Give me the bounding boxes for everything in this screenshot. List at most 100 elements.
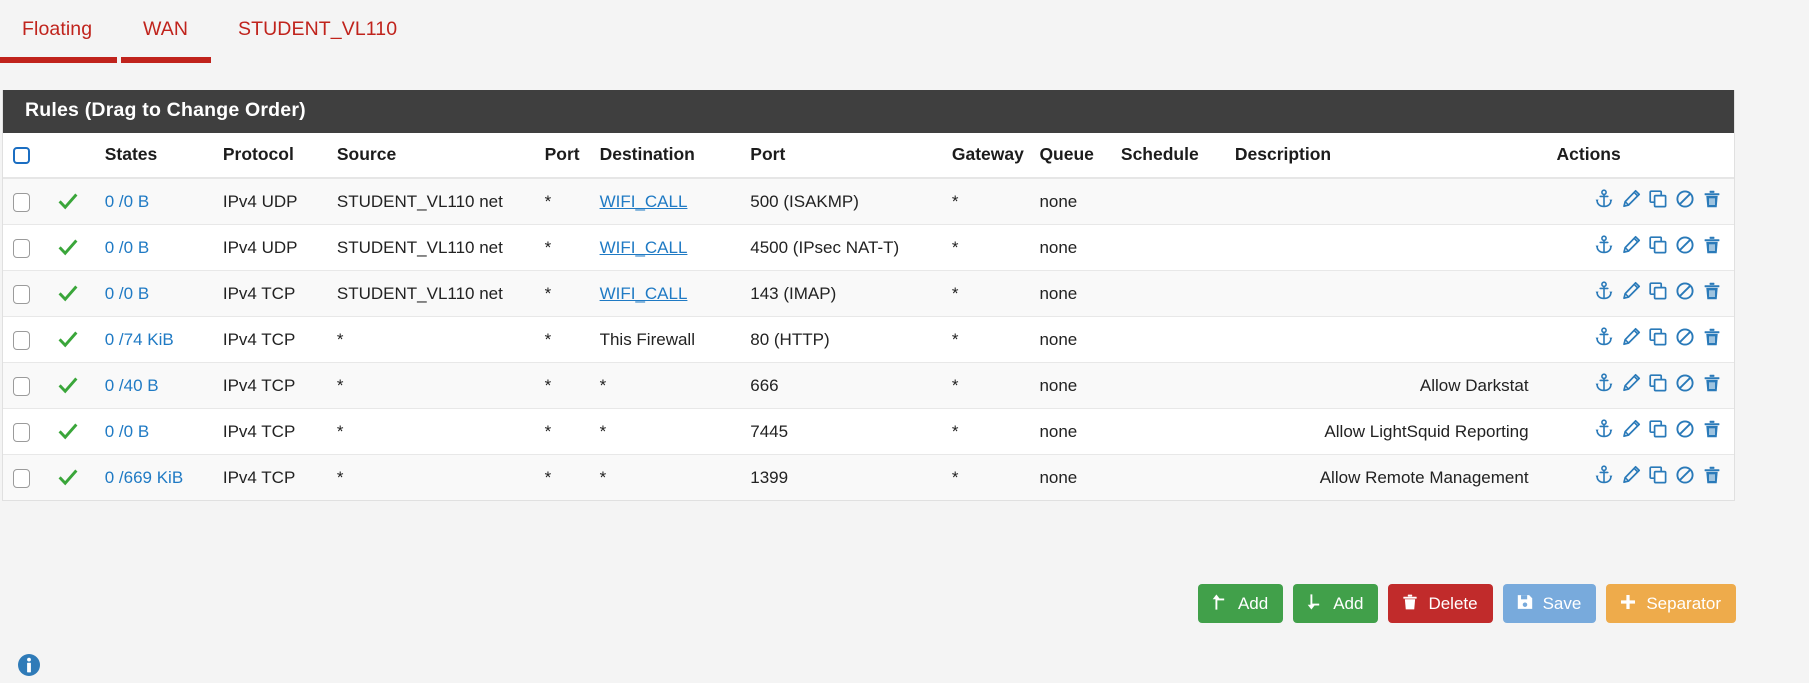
select-all-checkbox[interactable] [13, 146, 30, 164]
tab-wan[interactable]: WAN [143, 18, 188, 41]
states-link[interactable]: 0 /0 B [105, 284, 149, 303]
block-icon[interactable] [1675, 327, 1695, 347]
row-checkbox[interactable] [13, 376, 30, 396]
states-link[interactable]: 0 /40 B [105, 376, 159, 395]
button-label: Add [1237, 594, 1269, 613]
edit-pencil-icon[interactable] [1621, 281, 1641, 301]
edit-pencil-icon[interactable] [1621, 235, 1641, 255]
table-row[interactable]: 0 /0 B IPv4 UDP STUDENT_VL110 net * WIFI_CAL… [3, 177, 1734, 225]
table-row[interactable]: 0 /0 B IPv4 UDP STUDENT_VL110 net * WIFI_CAL… [3, 224, 1734, 271]
rule-status-pass-icon[interactable] [53, 362, 101, 409]
destination-cell: WIFI_CALL [595, 177, 747, 225]
row-checkbox[interactable] [13, 422, 30, 442]
states-link[interactable]: 0 /74 KiB [105, 330, 174, 349]
rule-status-pass-icon[interactable] [53, 177, 101, 225]
rule-status-pass-icon[interactable] [53, 270, 101, 317]
copy-icon[interactable] [1648, 419, 1668, 439]
delete-rules-button[interactable]: Delete [1388, 584, 1493, 623]
anchor-icon[interactable] [1594, 189, 1614, 209]
destination-port-cell: 1399 [746, 454, 948, 500]
tab-wan-underline [121, 57, 211, 63]
row-checkbox[interactable] [13, 330, 30, 350]
anchor-icon[interactable] [1594, 465, 1614, 485]
anchor-icon[interactable] [1594, 281, 1614, 301]
copy-icon[interactable] [1648, 327, 1668, 347]
protocol-cell: IPv4 UDP [218, 224, 333, 271]
destination-port-cell: 666 [746, 362, 948, 409]
gateway-cell: * [947, 408, 1036, 455]
edit-pencil-icon[interactable] [1621, 373, 1641, 393]
delete-trash-icon[interactable] [1702, 235, 1722, 255]
protocol-cell: IPv4 TCP [218, 454, 333, 500]
source-cell: * [332, 316, 541, 363]
rule-status-pass-icon[interactable] [53, 224, 101, 271]
edit-pencil-icon[interactable] [1621, 327, 1641, 347]
table-row[interactable]: 0 /74 KiB IPv4 TCP * * This Firewall 80 (HTTP… [3, 316, 1734, 363]
rule-status-pass-icon[interactable] [53, 408, 101, 455]
delete-trash-icon[interactable] [1702, 189, 1722, 209]
edit-pencil-icon[interactable] [1621, 419, 1641, 439]
rules-table-body: 0 /0 B IPv4 UDP STUDENT_VL110 net * WIFI_CAL… [3, 177, 1734, 500]
copy-icon[interactable] [1648, 189, 1668, 209]
rule-status-pass-icon[interactable] [53, 316, 101, 363]
edit-pencil-icon[interactable] [1621, 465, 1641, 485]
anchor-icon[interactable] [1594, 235, 1614, 255]
states-cell: 0 /74 KiB [100, 316, 219, 363]
destination-link[interactable]: WIFI_CALL [600, 238, 688, 257]
gateway-cell: * [947, 224, 1036, 271]
copy-icon[interactable] [1648, 373, 1668, 393]
copy-icon[interactable] [1648, 465, 1668, 485]
row-actions-cell [1544, 316, 1734, 363]
row-checkbox[interactable] [13, 284, 30, 304]
delete-trash-icon[interactable] [1702, 419, 1722, 439]
table-row[interactable]: 0 /0 B IPv4 TCP STUDENT_VL110 net * WIFI_CAL… [3, 270, 1734, 317]
tab-student-vl110[interactable]: STUDENT_VL110 [238, 18, 397, 41]
block-icon[interactable] [1675, 189, 1695, 209]
destination-link[interactable]: WIFI_CALL [600, 192, 688, 211]
rule-status-pass-icon[interactable] [53, 454, 101, 500]
schedule-cell [1116, 454, 1227, 500]
delete-trash-icon[interactable] [1702, 465, 1722, 485]
table-row[interactable]: 0 /40 B IPv4 TCP * * * 666 * none Allow Darkstat [3, 362, 1734, 409]
block-icon[interactable] [1675, 465, 1695, 485]
destination-port-column-header: Port [746, 133, 948, 179]
anchor-icon[interactable] [1594, 327, 1614, 347]
edit-pencil-icon[interactable] [1621, 189, 1641, 209]
row-checkbox[interactable] [13, 468, 30, 488]
schedule-column-header: Schedule [1116, 133, 1227, 179]
table-row[interactable]: 0 /0 B IPv4 TCP * * * 7445 * none Allow LightSqu… [3, 408, 1734, 455]
copy-icon[interactable] [1648, 281, 1668, 301]
add-rule-bottom-button[interactable]: Add [1293, 584, 1379, 623]
row-checkbox[interactable] [13, 192, 30, 212]
delete-trash-icon[interactable] [1702, 327, 1722, 347]
delete-trash-icon[interactable] [1702, 281, 1722, 301]
states-link[interactable]: 0 /669 KiB [105, 468, 183, 487]
copy-icon[interactable] [1648, 235, 1668, 255]
add-rule-top-button[interactable]: Add [1197, 584, 1284, 623]
schedule-cell [1116, 316, 1227, 363]
delete-trash-icon[interactable] [1702, 373, 1722, 393]
source-column-header: Source [332, 133, 541, 179]
anchor-icon[interactable] [1594, 373, 1614, 393]
queue-cell: none [1035, 270, 1117, 317]
states-link[interactable]: 0 /0 B [105, 422, 149, 441]
tab-floating[interactable]: Floating [22, 18, 92, 41]
protocol-cell: IPv4 TCP [218, 408, 333, 455]
add-separator-button[interactable]: Separator [1606, 584, 1736, 623]
block-icon[interactable] [1675, 373, 1695, 393]
schedule-cell [1116, 177, 1227, 225]
row-checkbox[interactable] [13, 238, 30, 258]
queue-cell: none [1035, 316, 1117, 363]
table-row[interactable]: 0 /669 KiB IPv4 TCP * * * 1399 * none Allow Remo… [3, 454, 1734, 500]
info-circle-icon[interactable] [17, 653, 41, 677]
block-icon[interactable] [1675, 419, 1695, 439]
rules-action-button-bar: Add Add Delete Save Separator [0, 584, 1744, 623]
states-link[interactable]: 0 /0 B [105, 238, 149, 257]
rules-panel: Rules (Drag to Change Order) States Prot… [2, 90, 1735, 501]
block-icon[interactable] [1675, 235, 1695, 255]
block-icon[interactable] [1675, 281, 1695, 301]
states-link[interactable]: 0 /0 B [105, 192, 149, 211]
anchor-icon[interactable] [1594, 419, 1614, 439]
save-rules-button[interactable]: Save [1502, 584, 1597, 623]
destination-link[interactable]: WIFI_CALL [600, 284, 688, 303]
